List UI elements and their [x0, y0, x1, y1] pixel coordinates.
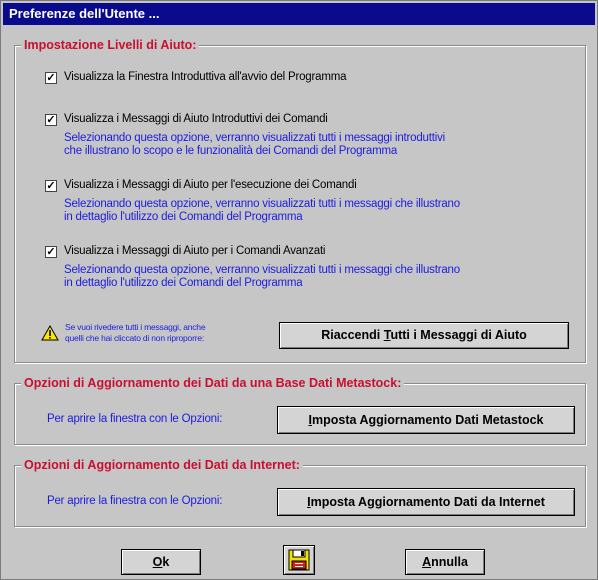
floppy-disk-icon [288, 549, 310, 571]
reset-warning-text: Se vuoi rivedere tutti i messaggi, anche… [65, 322, 206, 343]
warning-icon [41, 325, 59, 341]
checkbox-intro-window[interactable]: ✓ [45, 72, 57, 84]
window-title: Preferenze dell'Utente ... [3, 3, 595, 25]
metastock-hint: Per aprire la finestra con le Opzioni: [47, 413, 223, 425]
checkbox-exec-messages-label[interactable]: Visualizza i Messaggi di Aiuto per l'ese… [64, 179, 357, 191]
advanced-messages-description: Selezionando questa opzione, verranno vi… [64, 264, 460, 289]
internet-hint: Per aprire la finestra con le Opzioni: [47, 495, 223, 507]
internet-legend: Opzioni di Aggiornamento dei Dati da Int… [21, 457, 303, 473]
checkbox-intro-messages-label[interactable]: Visualizza i Messaggi di Aiuto Introdutt… [64, 113, 328, 125]
intro-messages-description: Selezionando questa opzione, verranno vi… [64, 132, 445, 157]
reset-all-messages-button[interactable]: Riaccendi Tutti i Messaggi di Aiuto [279, 322, 569, 349]
checkbox-advanced-messages[interactable]: ✓ [45, 246, 57, 258]
metastock-settings-button[interactable]: Imposta Aggiornamento Dati Metastock [277, 406, 575, 434]
checkbox-intro-messages[interactable]: ✓ [45, 114, 57, 126]
ok-button[interactable]: Ok [121, 549, 201, 575]
metastock-legend: Opzioni di Aggiornamento dei Dati da una… [21, 375, 405, 391]
help-levels-legend: Impostazione Livelli di Aiuto: [21, 37, 200, 53]
checkbox-exec-messages[interactable]: ✓ [45, 180, 57, 192]
checkbox-intro-window-label[interactable]: Visualizza la Finestra Introduttiva all'… [64, 71, 346, 83]
exec-messages-description: Selezionando questa opzione, verranno vi… [64, 198, 460, 223]
internet-settings-button[interactable]: Imposta Aggiornamento Dati da Internet [277, 488, 575, 516]
cancel-button[interactable]: Annulla [405, 549, 485, 575]
save-button[interactable] [283, 545, 315, 575]
preferences-window: Preferenze dell'Utente ... Impostazione … [0, 0, 598, 580]
checkbox-advanced-messages-label[interactable]: Visualizza i Messaggi di Aiuto per i Com… [64, 245, 325, 257]
